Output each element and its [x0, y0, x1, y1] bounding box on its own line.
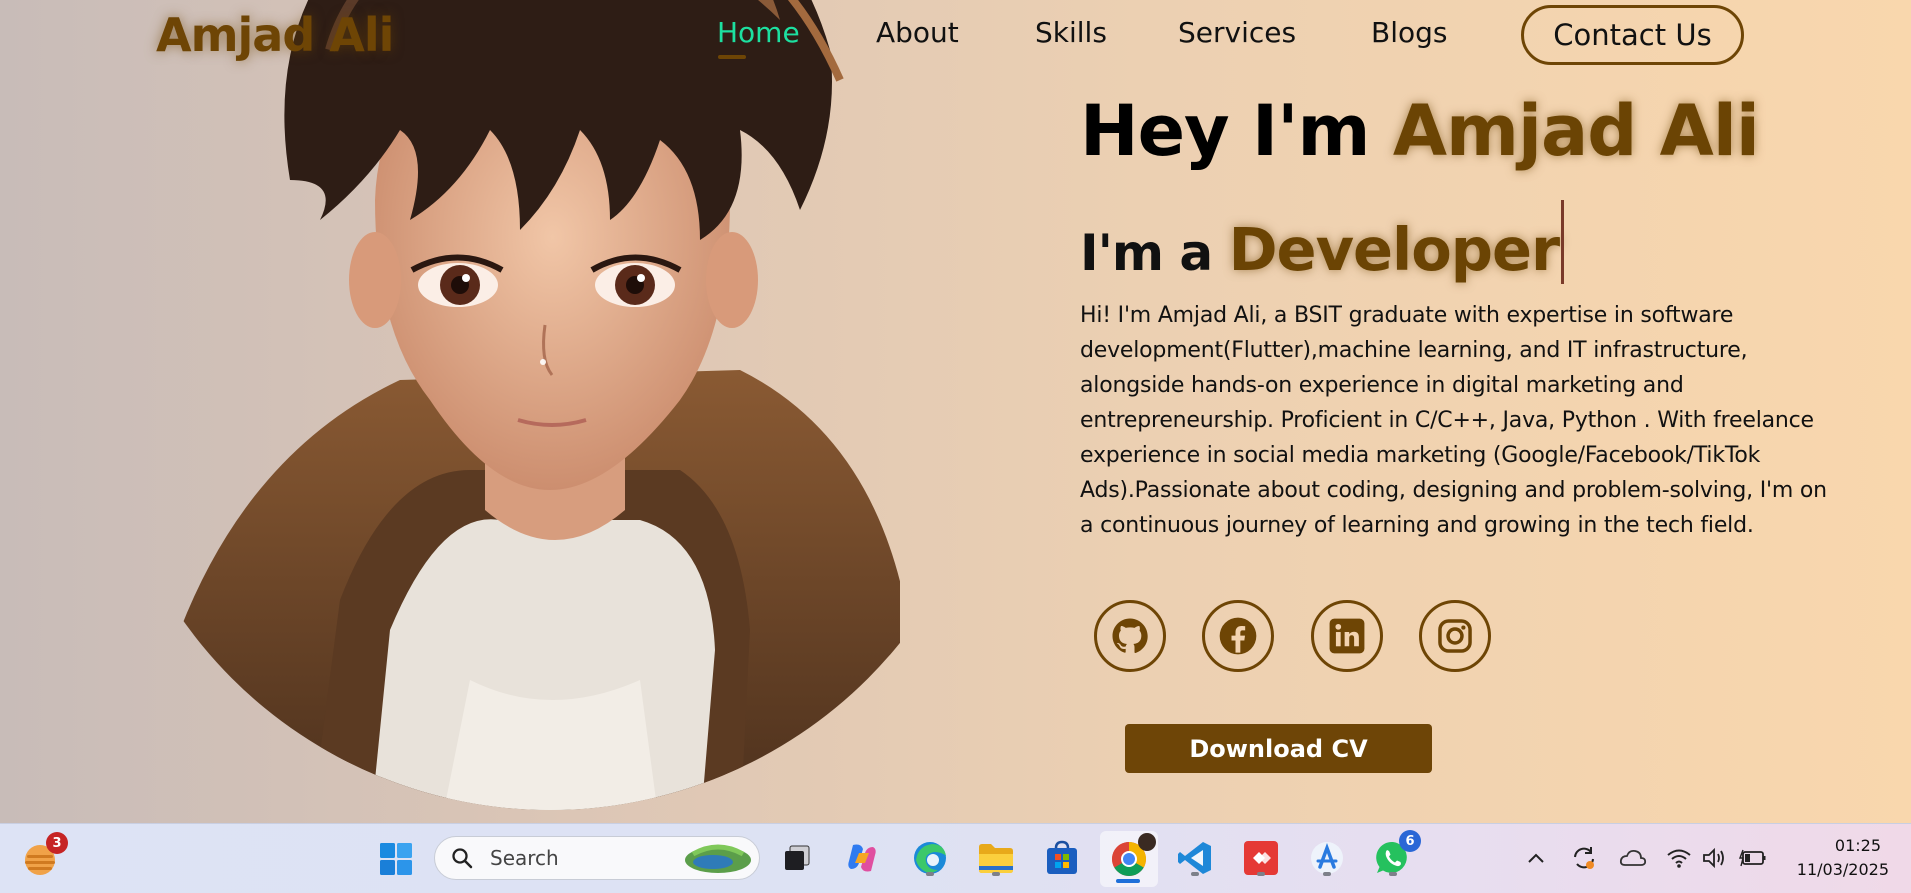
facebook-icon — [1219, 617, 1257, 655]
wifi-button[interactable] — [1664, 843, 1694, 873]
onedrive-button[interactable] — [1617, 843, 1649, 873]
instagram-icon — [1438, 619, 1472, 653]
clock-time: 01:25 — [1834, 836, 1881, 855]
nav-link-about[interactable]: About — [876, 16, 959, 49]
chrome-button[interactable] — [1100, 831, 1158, 887]
cloud-icon — [1619, 849, 1647, 866]
app-store-a-icon — [1311, 842, 1343, 874]
microsoft-store-button[interactable] — [1040, 836, 1084, 880]
taskbar-search[interactable]: Search — [434, 836, 760, 880]
speaker-icon — [1703, 847, 1724, 869]
nav-link-blogs[interactable]: Blogs — [1371, 16, 1447, 49]
chevron-up-icon — [1528, 853, 1544, 863]
volume-button[interactable] — [1700, 843, 1730, 873]
search-placeholder: Search — [490, 846, 559, 870]
running-indicator — [926, 872, 934, 876]
typing-caret — [1561, 200, 1565, 284]
sync-icon — [1574, 847, 1594, 869]
windows-taskbar: 3 Search 6 01:25 11/03/2025 — [0, 823, 1911, 893]
show-hidden-icons-button[interactable] — [1523, 843, 1549, 873]
download-cv-button[interactable]: Download CV — [1125, 724, 1432, 773]
task-view-button[interactable] — [775, 836, 819, 880]
contact-us-button[interactable]: Contact Us — [1521, 5, 1744, 65]
search-icon — [452, 848, 473, 869]
edge-browser-icon — [914, 842, 946, 874]
hero-bio: Hi! I'm Amjad Ali, a BSIT graduate with … — [1080, 303, 1827, 538]
hero-role: Developer — [1228, 215, 1561, 284]
hero-name: Amjad Ali — [1392, 90, 1760, 172]
instagram-link[interactable] — [1419, 600, 1491, 672]
file-explorer-button[interactable] — [974, 836, 1018, 880]
hero-subheading: I'm a Developer — [1080, 200, 1565, 284]
linkedin-link[interactable] — [1311, 600, 1383, 672]
sync-status-button[interactable] — [1569, 843, 1599, 873]
whatsapp-badge: 6 — [1399, 830, 1421, 852]
app-button[interactable] — [1305, 836, 1349, 880]
start-button[interactable] — [376, 839, 416, 879]
folder-icon — [979, 844, 1013, 873]
profile-portrait-image — [140, 0, 900, 810]
battery-charging-icon — [1739, 849, 1766, 867]
windows-logo-icon — [380, 843, 412, 875]
facebook-link[interactable] — [1202, 600, 1274, 672]
running-indicator — [1191, 872, 1199, 876]
nav-link-home[interactable]: Home — [717, 16, 800, 49]
hero-prefix: I'm a — [1080, 224, 1229, 282]
nav-active-indicator — [718, 55, 746, 59]
clock-date: 11/03/2025 — [1796, 860, 1889, 879]
running-indicator — [992, 872, 1000, 876]
github-link[interactable] — [1094, 600, 1166, 672]
battery-button[interactable] — [1738, 843, 1768, 873]
linkedin-icon — [1329, 618, 1365, 654]
copilot-button[interactable] — [840, 836, 884, 880]
vscode-button[interactable] — [1173, 836, 1217, 880]
running-indicator — [1323, 872, 1331, 876]
vscode-icon — [1178, 842, 1211, 874]
task-view-icon — [785, 845, 810, 870]
chrome-profile-avatar — [1138, 833, 1156, 851]
nav-link-skills[interactable]: Skills — [1035, 16, 1107, 49]
anydesk-button[interactable] — [1239, 836, 1283, 880]
brand-logo[interactable]: Amjad Ali — [156, 8, 394, 62]
wifi-icon — [1667, 849, 1691, 868]
active-indicator — [1116, 879, 1140, 883]
widgets-badge: 3 — [46, 832, 68, 854]
store-bag-icon — [1047, 840, 1077, 874]
hero-heading: Hey I'm Amjad Ali — [1080, 90, 1760, 172]
widgets-button[interactable]: 3 — [18, 832, 68, 880]
nav-link-services[interactable]: Services — [1178, 16, 1296, 49]
whatsapp-button[interactable]: 6 — [1371, 830, 1421, 880]
copilot-icon — [848, 844, 876, 872]
portfolio-page: Amjad Ali Home About Skills Services Blo… — [0, 0, 1911, 823]
hero-greeting: Hey I'm — [1080, 90, 1393, 172]
remote-desktop-icon — [1244, 841, 1278, 875]
running-indicator — [1389, 872, 1397, 876]
github-icon — [1112, 618, 1148, 654]
running-indicator — [1257, 872, 1265, 876]
search-highlight-icon — [685, 844, 751, 873]
edge-button[interactable] — [908, 836, 952, 880]
